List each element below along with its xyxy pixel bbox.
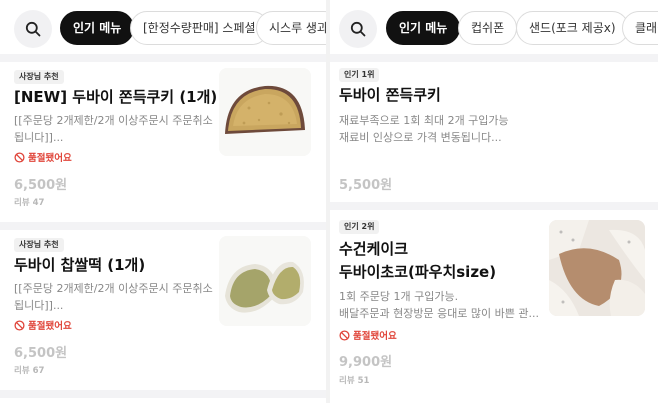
soldout-status: 품절됐어요 [339,328,397,342]
cookie-half-image [219,68,311,156]
menu-item-title: 수건케이크 [339,240,409,258]
section-divider [0,390,326,398]
right-menu-panel: 인기 메뉴 컵쉬폰 샌드(포크 제공x) 클래식 인기 1위 두바이 쫀득쿠키 … [330,0,658,403]
search-icon [25,21,41,37]
review-count: 리뷰 51 [339,376,370,386]
rice-cake-image [219,236,311,326]
tab-popular-menu[interactable]: 인기 메뉴 [386,11,461,45]
description-line: 됩니다]]... [14,299,64,312]
tab-popular-menu[interactable]: 인기 메뉴 [60,11,135,45]
menu-item-title: 두바이 찹쌀떡 (1개) [14,256,146,274]
menu-item-title: [NEW] 두바이 쫀득쿠키 (1개) [14,88,218,106]
menu-item-title-line2: 두바이초코(파우치size) [339,263,497,281]
search-icon [350,21,366,37]
review-count: 리뷰 47 [14,198,45,208]
description-line: 배달주문과 현장방문 응대로 많이 바쁜 관... [339,307,540,320]
soldout-status: 품절됐어요 [14,150,72,164]
soldout-label: 품절됐어요 [28,153,72,164]
review-count: 리뷰 67 [14,366,45,376]
description-line: [[주문당 2개제한/2개 이상주문시 주문취소 [14,282,213,295]
menu-item-dubai-cookie[interactable]: 사장님 추천 [NEW] 두바이 쫀득쿠키 (1개) [[주문당 2개제한/2개… [0,62,326,222]
menu-item-dubai-cookie-rank1[interactable]: 인기 1위 두바이 쫀득쿠키 재료부족으로 1회 최대 2개 구입가능 재료비 … [330,62,658,202]
menu-item-price: 6,500원 [14,178,68,193]
soldout-status: 품절됐어요 [14,318,72,332]
towel-cake-image [549,220,645,316]
description-line: 됩니다]]... [14,131,64,144]
section-divider [330,54,658,62]
soldout-label: 품절됐어요 [353,331,397,342]
tab-seethrough[interactable]: 시스루 생과 [256,11,326,45]
tab-cup-chiffon[interactable]: 컵쉬폰 [458,11,518,45]
menu-item-description: 재료부족으로 1회 최대 2개 구입가능 재료비 인상으로 가격 변동됩니다..… [339,112,639,146]
popular-rank-badge: 인기 2위 [339,220,380,234]
menu-item-description: [[주문당 2개제한/2개 이상주문시 주문취소 됩니다]]... [14,280,214,314]
owner-recommend-badge: 사장님 추천 [14,238,64,252]
screenshot-composite: 인기 메뉴 [한정수량판매] 스페셜 시스루 생과 사장님 추천 [NEW] 두… [0,0,658,403]
menu-item-title: 두바이 쫀득쿠키 [339,86,441,104]
category-tab-bar: 인기 메뉴 컵쉬폰 샌드(포크 제공x) 클래식 [330,9,658,49]
section-divider [0,222,326,230]
menu-item-towel-cake[interactable]: 인기 2위 수건케이크 두바이초코(파우치size) 1회 주문당 1개 구입가… [330,210,658,400]
menu-item-image [549,220,645,316]
prohibited-icon [14,319,25,331]
menu-item-price: 6,500원 [14,346,68,361]
tab-classic[interactable]: 클래식 [622,11,658,45]
category-tab-bar: 인기 메뉴 [한정수량판매] 스페셜 시스루 생과 [0,9,326,49]
prohibited-icon [339,329,350,341]
description-line: 재료부족으로 1회 최대 2개 구입가능 [339,114,509,127]
tab-limited-special[interactable]: [한정수량판매] 스페셜 [130,11,269,45]
prohibited-icon [14,151,25,163]
menu-item-image [219,68,311,156]
search-button[interactable] [14,10,52,48]
menu-item-image [219,236,311,326]
tab-sand[interactable]: 샌드(포크 제공x) [516,11,629,45]
search-button[interactable] [339,10,377,48]
description-line: 1회 주문당 1개 구입가능. [339,290,459,303]
description-line: [[주문당 2개제한/2개 이상주문시 주문취소 [14,114,213,127]
description-line: 재료비 인상으로 가격 변동됩니다... [339,131,502,144]
left-menu-panel: 인기 메뉴 [한정수량판매] 스페셜 시스루 생과 사장님 추천 [NEW] 두… [0,0,326,403]
soldout-label: 품절됐어요 [28,321,72,332]
menu-item-description: [[주문당 2개제한/2개 이상주문시 주문취소 됩니다]]... [14,112,214,146]
menu-item-price: 5,500원 [339,178,393,193]
menu-item-price: 9,900원 [339,355,393,370]
popular-rank-badge: 인기 1위 [339,68,380,82]
owner-recommend-badge: 사장님 추천 [14,70,64,84]
menu-item-dubai-rice-cake[interactable]: 사장님 추천 두바이 찹쌀떡 (1개) [[주문당 2개제한/2개 이상주문시 … [0,230,326,390]
section-divider [330,202,658,210]
section-divider [0,54,326,62]
menu-item-description: 1회 주문당 1개 구입가능. 배달주문과 현장방문 응대로 많이 바쁜 관..… [339,288,544,322]
